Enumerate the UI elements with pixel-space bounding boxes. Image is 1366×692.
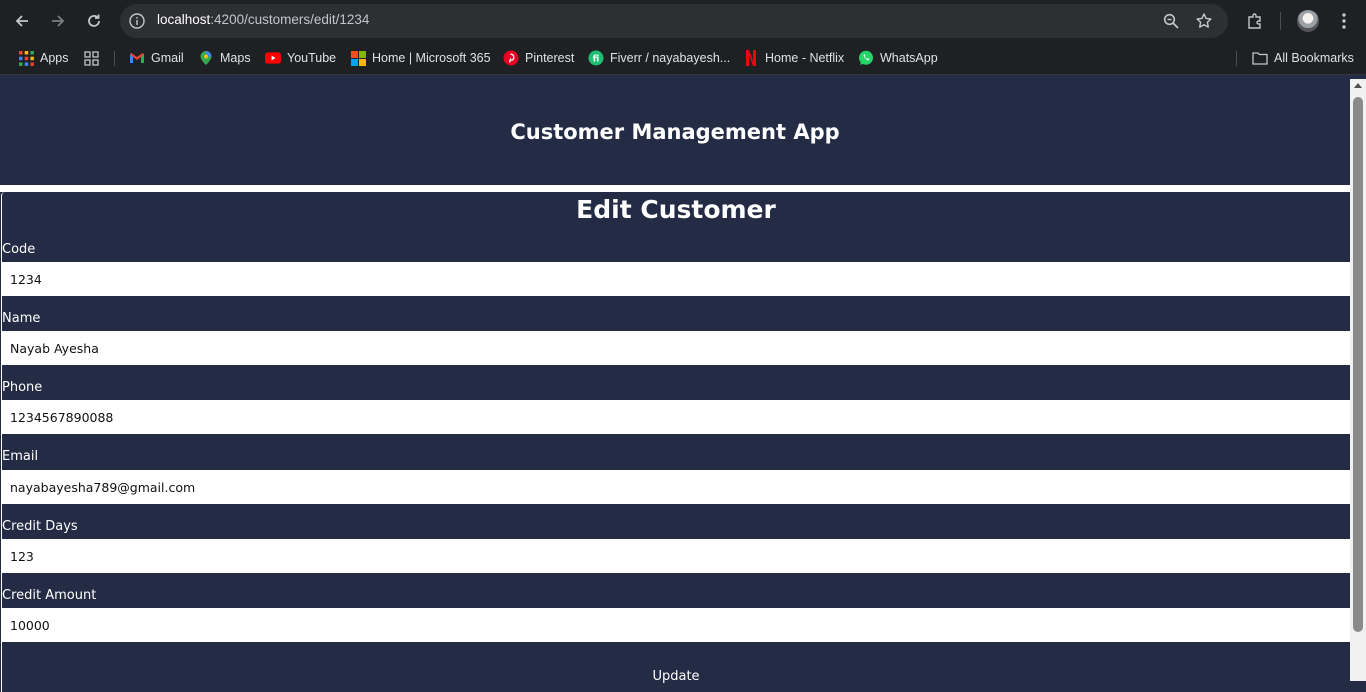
bookmarks-divider <box>1236 51 1237 66</box>
profile-avatar[interactable] <box>1297 10 1319 32</box>
forward-arrow-icon <box>52 15 65 27</box>
back-button[interactable] <box>10 9 34 33</box>
bookmark-microsoft-365[interactable]: Home | Microsoft 365 <box>350 49 491 67</box>
phone-input[interactable] <box>2 400 1350 434</box>
back-arrow-icon <box>15 15 28 27</box>
all-bookmarks[interactable]: All Bookmarks <box>1252 49 1354 67</box>
more-vert-icon <box>1342 13 1346 29</box>
code-input[interactable] <box>2 262 1350 296</box>
address-bar[interactable]: localhost:4200/customers/edit/1234 <box>120 4 1228 38</box>
app-title: Customer Management App <box>510 120 840 144</box>
bookmark-gmail[interactable]: Gmail <box>129 49 184 67</box>
bookmark-pinterest[interactable]: Pinterest <box>503 49 574 67</box>
credit-amount-label: Credit Amount <box>2 588 97 603</box>
bookmark-youtube[interactable]: YouTube <box>265 49 336 67</box>
pinterest-icon <box>503 50 519 66</box>
update-button[interactable]: Update <box>2 662 1350 690</box>
header-divider <box>0 185 1350 192</box>
phone-label: Phone <box>2 380 43 395</box>
reload-icon <box>88 14 100 27</box>
email-label: Email <box>2 449 39 464</box>
credit-days-input[interactable] <box>2 539 1350 573</box>
bookmark-apps[interactable]: Apps <box>18 49 69 67</box>
bookmark-app-launcher[interactable] <box>83 49 105 67</box>
url-text: localhost:4200/customers/edit/1234 <box>157 12 370 27</box>
form-title: Edit Customer <box>576 195 776 224</box>
browser-menu-button[interactable] <box>1332 9 1356 33</box>
browser-toolbar: localhost:4200/customers/edit/1234 <box>0 0 1366 42</box>
vertical-scrollbar[interactable] <box>1350 79 1366 681</box>
email-input[interactable] <box>2 470 1350 504</box>
whatsapp-icon <box>858 50 874 66</box>
bookmarks-divider <box>114 51 115 66</box>
svg-text:fi: fi <box>593 55 600 65</box>
credit-days-label: Credit Days <box>2 519 78 534</box>
bookmark-fiverr[interactable]: fi Fiverr / nayabayesh... <box>588 49 730 67</box>
fiverr-icon: fi <box>588 50 604 66</box>
bookmark-whatsapp[interactable]: WhatsApp <box>858 49 938 67</box>
extensions-button[interactable] <box>1243 9 1267 33</box>
toolbar-divider <box>1280 12 1281 30</box>
bookmarks-bar: Apps Gmail Maps YouTube Home | Microsoft… <box>0 42 1366 75</box>
folder-icon <box>1252 50 1268 66</box>
name-input[interactable] <box>2 331 1350 365</box>
edit-customer-form: Edit Customer Code Name Phone Email Cred… <box>1 192 1350 692</box>
gmail-icon <box>129 50 145 66</box>
forward-button[interactable] <box>46 9 70 33</box>
scroll-up-arrow-icon[interactable] <box>1354 83 1362 88</box>
puzzle-icon <box>1248 13 1261 29</box>
youtube-icon <box>265 50 281 66</box>
apps-grid-icon <box>18 50 34 66</box>
app-launcher-icon <box>83 50 99 66</box>
microsoft-icon <box>350 50 366 66</box>
zoom-icon[interactable] <box>1162 12 1180 30</box>
bookmark-netflix[interactable]: Home - Netflix <box>743 49 844 67</box>
app-header: Customer Management App <box>0 75 1350 185</box>
maps-icon <box>198 50 214 66</box>
scroll-thumb[interactable] <box>1353 97 1363 632</box>
name-label: Name <box>2 311 41 326</box>
bookmark-maps[interactable]: Maps <box>198 49 251 67</box>
netflix-icon <box>743 50 759 66</box>
bookmark-star-icon[interactable] <box>1195 12 1213 30</box>
site-info-icon[interactable] <box>128 12 146 30</box>
page-viewport: Customer Management App Edit Customer Co… <box>0 75 1350 692</box>
credit-amount-input[interactable] <box>2 608 1350 642</box>
code-label: Code <box>2 242 36 257</box>
reload-button[interactable] <box>82 9 106 33</box>
